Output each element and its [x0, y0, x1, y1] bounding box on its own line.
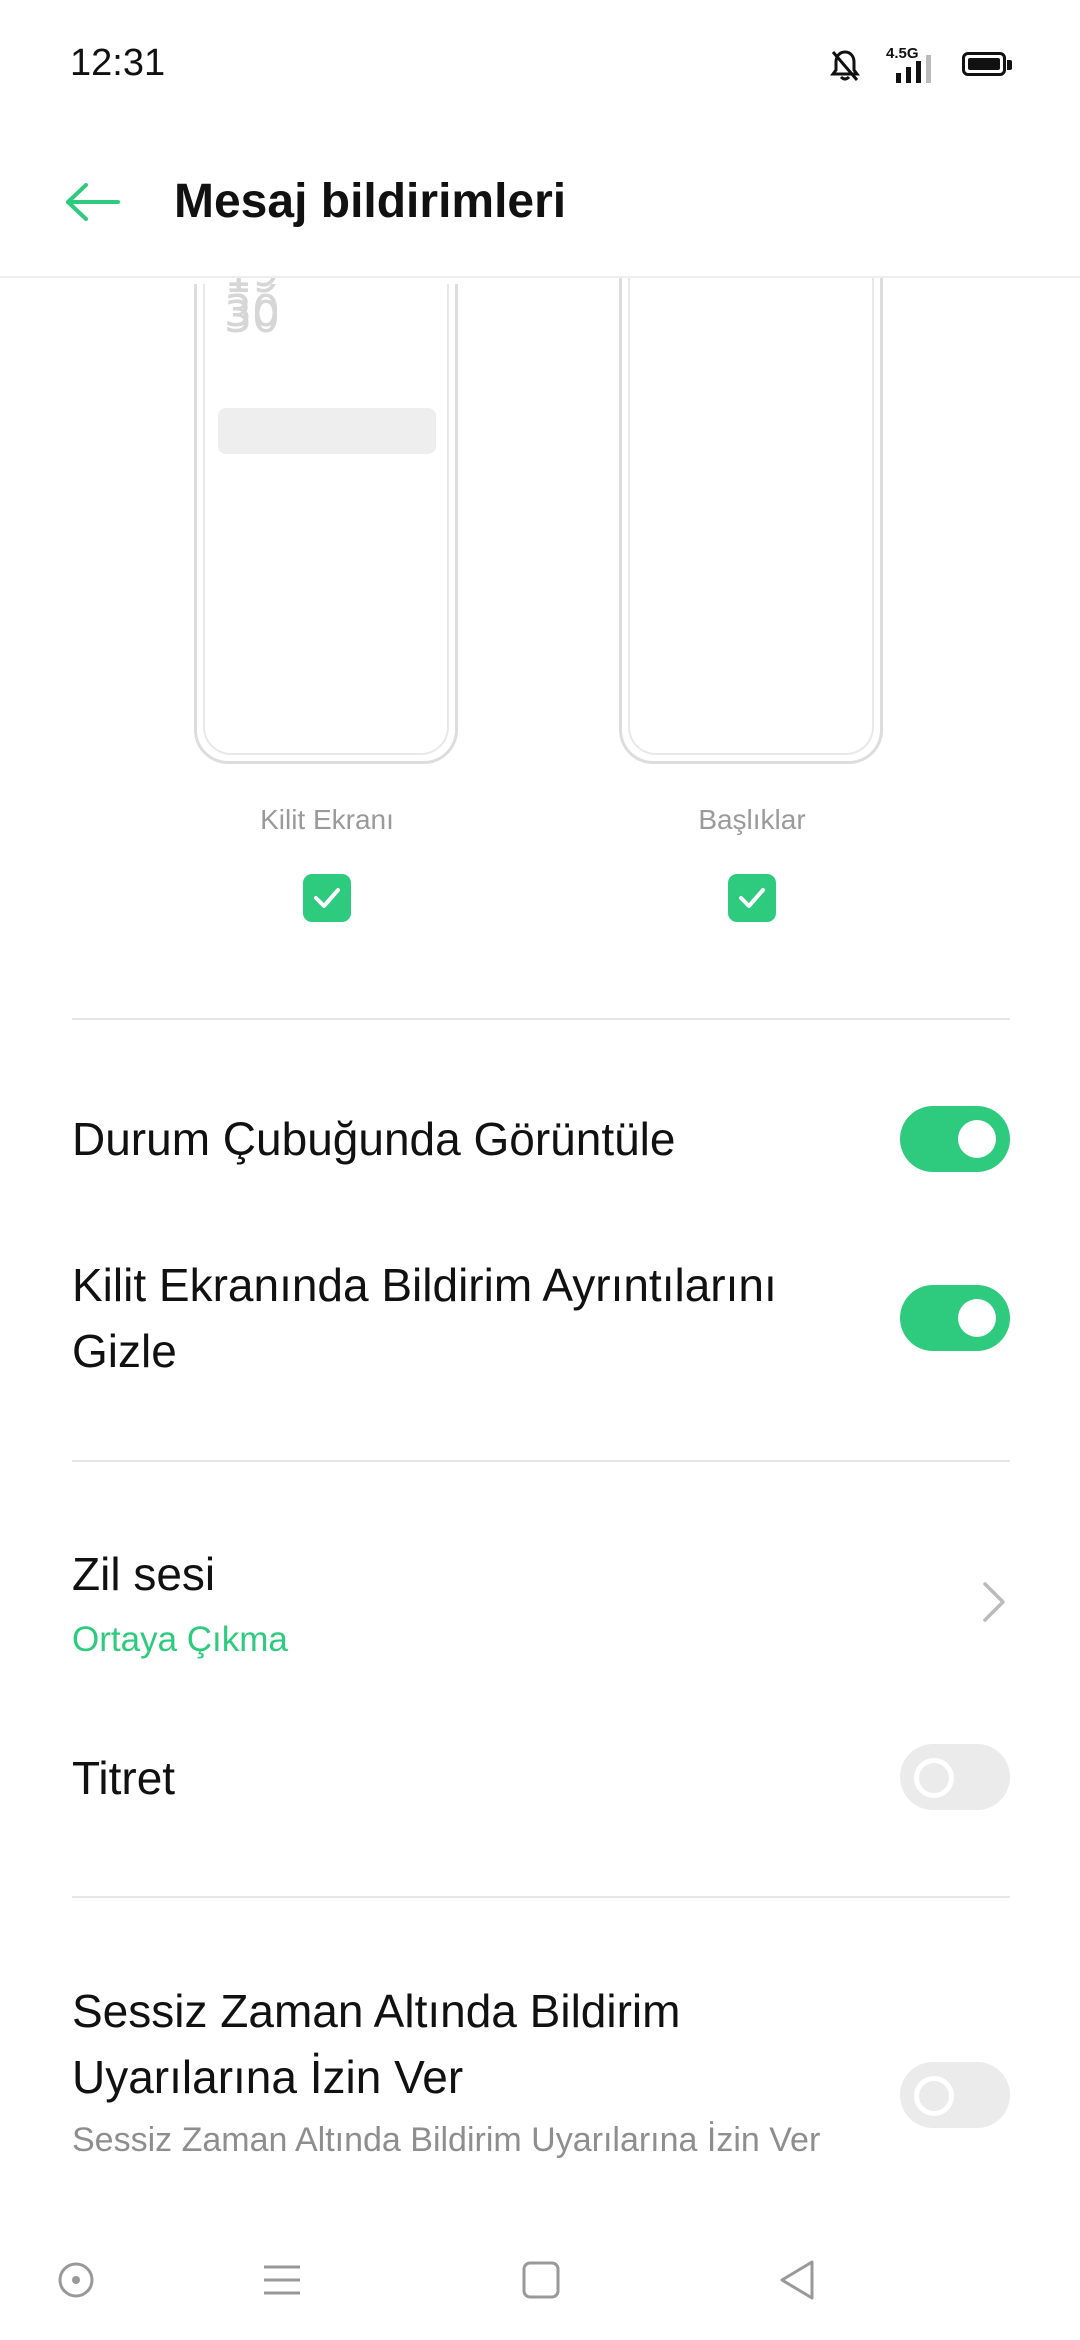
- divider: [72, 1018, 1010, 1020]
- checkmark-icon: [314, 888, 340, 908]
- toggle-knob: [914, 1758, 954, 1798]
- triangle-back-icon: [780, 2260, 814, 2300]
- chevron-right-icon: [980, 1580, 1008, 1629]
- silent-time-alerts-label: Sessiz Zaman Altında Bildirim Uyarıların…: [72, 1985, 681, 2103]
- hide-lockscreen-details-label: Kilit Ekranında Bildirim Ayrıntılarını G…: [72, 1259, 777, 1377]
- nav-assistant-button[interactable]: [46, 2250, 106, 2310]
- vibrate-label: Titret: [72, 1752, 176, 1804]
- status-icons: 4.5G: [830, 45, 1014, 86]
- back-button[interactable]: [58, 170, 128, 234]
- network-type-label: 4.5G: [886, 45, 919, 62]
- lock-screen-label: Kilit Ekranı: [260, 804, 394, 835]
- ringtone-label: Zil sesi: [72, 1548, 216, 1600]
- toggle-knob: [914, 2076, 954, 2116]
- circle-dot-icon: [58, 2262, 94, 2298]
- banners-preview: [619, 244, 883, 764]
- ringtone-value: Ortaya Çıkma: [72, 1620, 288, 1659]
- signal-icon: 4.5G: [882, 45, 940, 85]
- toggle-knob: [958, 1299, 996, 1337]
- arrow-left-icon: [66, 183, 120, 221]
- nav-back-button[interactable]: [766, 2250, 826, 2310]
- battery-icon: [962, 52, 1014, 80]
- page-title: Mesaj bildirimleri: [174, 175, 567, 228]
- vibrate-toggle[interactable]: [900, 1744, 1010, 1810]
- toggle-knob: [958, 1120, 996, 1158]
- navigation-bar: [0, 2220, 1080, 2340]
- silent-time-alerts-toggle[interactable]: [900, 2062, 1010, 2128]
- bell-muted-icon: [830, 50, 860, 81]
- checkmark-icon: [739, 888, 765, 908]
- clock-minute-visible: 30: [224, 286, 280, 337]
- status-time: 12:31: [70, 42, 166, 84]
- square-icon: [522, 2261, 560, 2299]
- nav-home-button[interactable]: [511, 2250, 571, 2310]
- status-bar-display-toggle[interactable]: [900, 1106, 1010, 1172]
- lock-screen-checkbox[interactable]: [303, 874, 351, 922]
- banners-label: Başlıklar: [698, 804, 806, 835]
- preview-clock-visible: 19 30: [224, 270, 280, 337]
- silent-time-alerts-description: Sessiz Zaman Altında Bildirim Uyarıların…: [72, 2121, 821, 2159]
- preview-notification-bar: [218, 408, 436, 454]
- banners-checkbox[interactable]: [728, 874, 776, 922]
- status-bar-display-label: Durum Çubuğunda Görüntüle: [72, 1113, 676, 1165]
- menu-icon: [264, 2265, 300, 2295]
- hide-lockscreen-details-toggle[interactable]: [900, 1285, 1010, 1351]
- divider: [72, 1896, 1010, 1898]
- divider: [72, 1460, 1010, 1462]
- nav-menu-button[interactable]: [252, 2250, 312, 2310]
